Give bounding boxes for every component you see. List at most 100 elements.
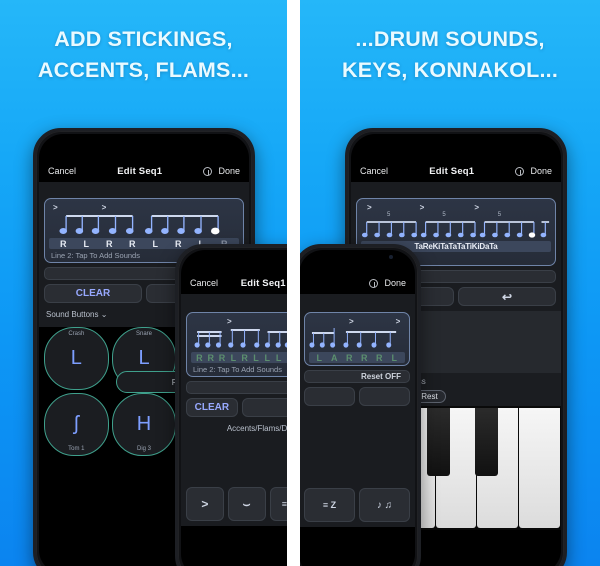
accent-symbol-button[interactable]: > [186, 487, 224, 521]
pad-label: Tom 1 [68, 446, 85, 452]
info-circle-icon[interactable] [203, 166, 213, 176]
headline-left: ADD STICKINGS, ACCENTS, FLAMS... [0, 24, 287, 86]
sticking-letter: L [152, 238, 159, 249]
done-button[interactable]: Done [218, 166, 240, 176]
accent-mark: > [474, 203, 480, 212]
cancel-button[interactable]: Cancel [48, 166, 76, 176]
sticking-letter: R [241, 352, 249, 363]
done-button[interactable]: Done [384, 278, 406, 288]
pad-glyph: L [138, 347, 150, 369]
sticking-row-right-front[interactable]: L A R R R L [309, 352, 405, 363]
pad-glyph: ʃ [74, 413, 79, 435]
music-notation-svg [361, 221, 550, 238]
sticking-letter: L [316, 352, 323, 363]
reset-row-right-front[interactable]: Reset OFF [304, 370, 410, 383]
info-circle-icon[interactable] [515, 166, 525, 176]
sticking-letter: A [331, 352, 338, 363]
tie-symbol-button[interactable]: ⌣ [227, 487, 266, 521]
flam-button[interactable]: ↩ [458, 287, 556, 306]
sticking-letter: L [264, 352, 271, 363]
pad-glyph: H [136, 413, 152, 435]
tuplet-number: 5 [497, 212, 502, 218]
phone-right-nav-left: Cancel [360, 166, 388, 176]
music-notation-svg [59, 215, 220, 235]
notation-stage-center: > > > [181, 294, 287, 526]
clear-button[interactable]: CLEAR [44, 284, 142, 303]
headline-left-line1: ADD STICKINGS, [54, 27, 233, 51]
phone-right-navbar: Cancel Edit Seq1 Done [351, 160, 561, 182]
screenshot-root: ADD STICKINGS, ACCENTS, FLAMS... Cancel … [0, 0, 600, 566]
note-value-button[interactable]: ♪ ♫ [359, 488, 410, 522]
pad-crash[interactable]: Crash L [44, 327, 109, 390]
info-circle-icon[interactable] [369, 278, 379, 288]
reset-label: Reset OFF [360, 372, 401, 381]
panel-divider [287, 0, 300, 566]
cancel-button[interactable]: Cancel [190, 278, 218, 288]
sticking-letter: L [230, 352, 237, 363]
headline-right-line1: ...DRUM SOUNDS, [355, 27, 545, 51]
second-button[interactable] [241, 398, 287, 417]
sticking-letter: R [346, 352, 353, 363]
phone-right-notch [414, 134, 498, 148]
accent-row-right: > > > [361, 203, 551, 212]
notation-box-right-front[interactable]: > > L A R R R L [304, 312, 410, 366]
notation-box-center[interactable]: > > > [186, 312, 287, 377]
konnakol-syllables: TaReKiTaTaTaTiKiDaTa [414, 242, 498, 251]
diddle-symbol-button[interactable]: ≡ Z [269, 487, 287, 521]
pad-label: Dig 3 [137, 446, 152, 452]
phone-center-navbar: Cancel Edit Seq1 Done [181, 272, 287, 294]
diddle-symbol-button[interactable]: ≡ Z [304, 488, 355, 522]
symbol-button-row-right-front: ≡ Z ♪ ♫ [304, 488, 410, 522]
cancel-button[interactable]: Cancel [360, 166, 388, 176]
sticking-letter: R [218, 352, 226, 363]
promo-panel-right: ...DRUM SOUNDS, KEYS, KONNAKOL... Cancel… [300, 0, 600, 566]
section-label-accents: Accents/Flams/Diddles [226, 424, 287, 433]
pad-tom1[interactable]: ʃ Tom 1 [44, 393, 109, 456]
accent-mark: > [53, 203, 58, 212]
tuplet-number: 5 [387, 212, 391, 218]
accent-mark: > [395, 317, 401, 326]
notation-stage-right-front: > > L A R R R L Reset OFF ≡ Z ♪ ♫ [300, 294, 415, 527]
phone-left-navbar: Cancel Edit Seq1 Done [39, 160, 249, 182]
promo-panel-left: ADD STICKINGS, ACCENTS, FLAMS... Cancel … [0, 0, 287, 566]
piano-black-key[interactable] [474, 408, 498, 476]
sticking-letter: A [285, 353, 288, 363]
sticking-letter: R [175, 238, 182, 249]
phone-right-front-nav-right: Done [369, 278, 406, 288]
sticking-letter: L [253, 352, 260, 363]
sticking-letter: L [391, 352, 398, 363]
page-title: Edit Seq1 [240, 277, 286, 289]
chevron-down-icon: ⌄ [100, 310, 108, 319]
clear-button[interactable]: CLEAR [186, 398, 238, 417]
sticking-letter: R [207, 352, 215, 363]
sticking-letter: L [83, 238, 90, 249]
sticking-letter: R [196, 352, 204, 363]
beamed-notes-left [49, 212, 239, 238]
pad-label: Crash [68, 331, 85, 337]
accent-mark: > [349, 317, 354, 326]
pad-label: Snare [136, 331, 153, 337]
beamed-notes-right-front [309, 326, 405, 352]
second-button[interactable] [304, 387, 355, 406]
page-title: Edit Seq1 [117, 165, 163, 177]
headline-left-line2: ACCENTS, FLAMS... [37, 58, 250, 82]
phone-left-nav-right: Done [203, 166, 240, 176]
pad-glyph: L [70, 347, 82, 369]
piano-white-key[interactable] [519, 408, 560, 528]
headline-right-line2: KEYS, KONNAKOL... [341, 58, 559, 82]
reset-row-center[interactable]: Reset OFF [186, 381, 287, 394]
accent-mark: > [101, 203, 107, 212]
third-button[interactable] [359, 387, 410, 406]
done-button[interactable]: Done [530, 166, 552, 176]
accent-row-left: > > [49, 203, 239, 212]
sticking-letter: L [275, 352, 282, 363]
phone-left-nav-left: Cancel [48, 166, 76, 176]
beamed-notes-center [191, 326, 287, 352]
sticking-letter: R [60, 238, 67, 249]
pad-dig3[interactable]: H Dig 3 [111, 393, 177, 456]
sticking-letter: R [106, 238, 113, 249]
piano-black-key[interactable] [426, 408, 450, 476]
sticking-row-center[interactable]: R R R L R L L L A R R R L [191, 352, 287, 363]
tuplet-row-right: 5 5 5 [361, 212, 551, 219]
phone-right-front-navbar: Done [300, 272, 415, 294]
